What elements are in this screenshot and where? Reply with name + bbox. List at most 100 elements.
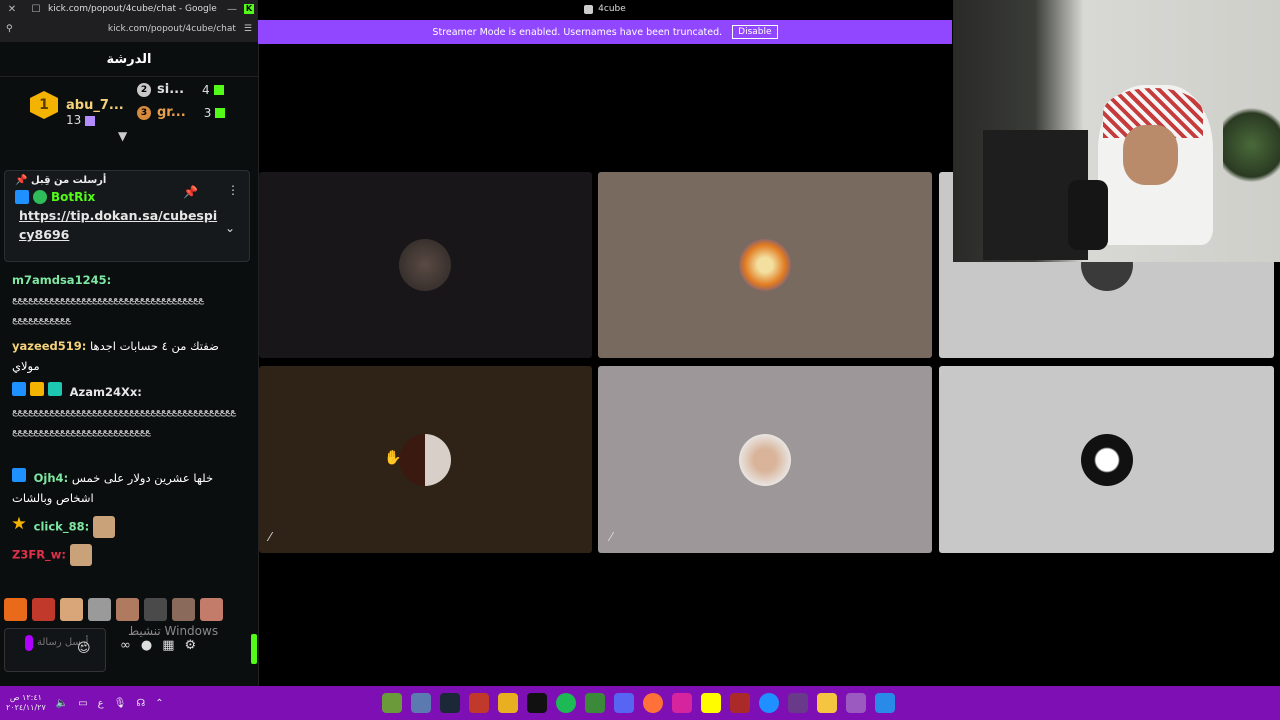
emote-button[interactable] xyxy=(200,598,223,621)
participant-tile[interactable] xyxy=(259,172,592,358)
popup-window-bar: ✕ ☐ kick.com/popout/4cube/chat - Google … xyxy=(0,0,258,43)
pinned-user[interactable]: BotRix xyxy=(5,190,249,204)
gift-icon xyxy=(85,115,96,126)
site-settings-icon[interactable]: ☰ xyxy=(244,24,252,34)
gift-leaderboard: 1 abu_7... 13 2 si... 4 3 gr... 3 ▼ xyxy=(0,77,258,143)
message-username[interactable]: yazeed519: xyxy=(12,339,86,353)
steam-icon[interactable] xyxy=(440,693,460,713)
settings-app-icon[interactable] xyxy=(411,693,431,713)
headset-icon[interactable]: ☊ xyxy=(136,698,145,709)
chevron-down-icon[interactable]: ⌄ xyxy=(225,221,235,235)
app-grid-icon[interactable] xyxy=(788,693,808,713)
message-text: ﻊﻊﻊﻊﻊﻊﻊﻊﻊﻊﻊﻊﻊﻊﻊﻊﻊﻊﻊﻊﻊﻊﻊﻊﻊﻊﻊﻊﻊﻊﻊﻊﻊﻊﻊﻊ xyxy=(12,294,204,305)
emote-button[interactable] xyxy=(60,598,83,621)
emoji-icon[interactable]: ☺ xyxy=(77,641,91,656)
obs-icon[interactable] xyxy=(469,693,489,713)
chat-toolbar: ∞ ● ▦ ⚙ xyxy=(120,638,196,653)
mic-tray-icon[interactable]: 🎙 xyxy=(114,698,127,709)
infinity-icon[interactable]: ∞ xyxy=(120,638,131,653)
points-icon[interactable]: ● xyxy=(141,638,152,653)
emote-button[interactable] xyxy=(88,598,111,621)
emote-button[interactable] xyxy=(4,598,27,621)
leaderboard-count: 13 xyxy=(66,113,96,127)
participant-tile[interactable]: ⁄ xyxy=(259,366,592,553)
mail-icon[interactable] xyxy=(730,693,750,713)
message-text: ﻊﻊﻊﻊﻊﻊﻊﻊﻊﻊﻊﻊﻊﻊﻊﻊﻊﻊﻊﻊﻊﻊﻊﻊﻊﻊﻊﻊﻊﻊﻊﻊﻊﻊﻊﻊﻊﻊﻊﻊ… xyxy=(12,406,236,437)
collapse-leaderboard-icon[interactable]: ▼ xyxy=(118,129,127,143)
leaderboard-name: gr... xyxy=(157,105,186,120)
microphone-shape xyxy=(1068,180,1108,250)
task-view-icon[interactable] xyxy=(846,693,866,713)
discord-icon[interactable] xyxy=(614,693,634,713)
muted-mic-icon: ⁄ xyxy=(610,530,613,544)
clock-time: ١٢:٤١ ص xyxy=(9,693,42,702)
chat-input[interactable]: أرسل رسالة ☺ xyxy=(4,628,106,672)
emote-image xyxy=(92,516,115,538)
taskbar-apps xyxy=(382,693,895,713)
chat-message: m7amdsa1245: ﻊﻊﻊﻊﻊﻊﻊﻊﻊﻊﻊﻊﻊﻊﻊﻊﻊﻊﻊﻊﻊﻊﻊﻊﻊﻊﻊ… xyxy=(0,270,252,330)
minimize-icon[interactable]: — xyxy=(220,4,244,15)
chat-messages: m7amdsa1245: ﻊﻊﻊﻊﻊﻊﻊﻊﻊﻊﻊﻊﻊﻊﻊﻊﻊﻊﻊﻊﻊﻊﻊﻊﻊﻊﻊ… xyxy=(0,270,252,566)
close-icon[interactable]: ✕ xyxy=(0,4,24,15)
instagram-icon[interactable] xyxy=(672,693,692,713)
minecraft-icon[interactable] xyxy=(382,693,402,713)
pinned-message: 📌 أرسلت من قِبل BotRix https://tip.dokan… xyxy=(4,170,250,262)
pinned-label: 📌 أرسلت من قِبل xyxy=(15,175,107,186)
volume-icon[interactable]: 🔈 xyxy=(56,698,68,709)
kick-logo-icon: K xyxy=(244,4,254,14)
rank-3-medal-icon: 3 xyxy=(137,105,151,120)
crown-badge-icon xyxy=(30,382,44,396)
banner-text: Streamer Mode is enabled. Usernames have… xyxy=(432,26,723,38)
chat-message: Azam24Xx: ﻊﻊﻊﻊﻊﻊﻊﻊﻊﻊﻊﻊﻊﻊﻊﻊﻊﻊﻊﻊﻊﻊﻊﻊﻊﻊﻊﻊﻊﻊ… xyxy=(0,382,252,462)
message-username[interactable]: Z3FR_w: xyxy=(12,548,66,562)
edge-icon[interactable] xyxy=(759,693,779,713)
language-indicator[interactable]: ع xyxy=(98,698,104,709)
network-icon[interactable]: ▭ xyxy=(78,698,87,709)
spotify-icon[interactable] xyxy=(556,693,576,713)
bot-badge-icon xyxy=(12,468,26,482)
message-username[interactable]: m7amdsa1245: xyxy=(12,273,111,287)
gear-icon[interactable]: ⚙ xyxy=(184,638,196,653)
participant-avatar xyxy=(739,239,791,291)
emote-button[interactable] xyxy=(32,598,55,621)
game-launcher-icon[interactable] xyxy=(585,693,605,713)
leaderboard-first[interactable]: 1 abu_7... 13 xyxy=(30,91,124,127)
sub-badge-icon xyxy=(48,382,62,396)
file-explorer-icon[interactable] xyxy=(817,693,837,713)
face-shape xyxy=(1123,125,1178,185)
chevron-up-icon[interactable]: ⌃ xyxy=(155,698,163,709)
snapchat-icon[interactable] xyxy=(701,693,721,713)
message-text-continued: ﻊﻊﻊﻊﻊﻊﻊﻊﻊﻊﻊ xyxy=(12,314,71,325)
participant-tile[interactable] xyxy=(598,172,932,358)
clock-date: ٢٠٢٤/١١/٢٧ xyxy=(6,703,46,712)
leaderboard-third[interactable]: 3 gr... 3 xyxy=(137,105,226,120)
zoom-icon[interactable]: ⚲ xyxy=(6,24,13,34)
send-button[interactable] xyxy=(251,634,257,664)
emote-button[interactable] xyxy=(172,598,195,621)
emote-button[interactable] xyxy=(144,598,167,621)
participant-avatar xyxy=(739,434,791,486)
mic-icon[interactable] xyxy=(25,635,33,651)
windows-start-icon[interactable] xyxy=(875,693,895,713)
emote-button[interactable] xyxy=(116,598,139,621)
firefox-icon[interactable] xyxy=(643,693,663,713)
participant-tile[interactable]: ⁄ xyxy=(598,366,932,553)
maximize-icon[interactable]: ☐ xyxy=(24,4,48,15)
popup-title-row: ✕ ☐ kick.com/popout/4cube/chat - Google … xyxy=(0,0,258,18)
participant-tile[interactable] xyxy=(939,366,1274,553)
streamer-mode-banner: Streamer Mode is enabled. Usernames have… xyxy=(258,20,952,44)
more-options-icon[interactable]: ⋮ xyxy=(227,183,239,197)
message-username[interactable]: Ojh4: xyxy=(34,471,69,485)
chrome-icon[interactable] xyxy=(498,693,518,713)
clock[interactable]: ١٢:٤١ ص ٢٠٢٤/١١/٢٧ xyxy=(6,693,46,713)
pin-icon[interactable]: 📌 xyxy=(183,185,198,199)
message-username[interactable]: Azam24Xx: xyxy=(70,385,142,399)
disable-button[interactable]: Disable xyxy=(732,25,778,39)
leaderboard-second[interactable]: 2 si... 4 xyxy=(137,82,224,97)
message-username[interactable]: click_88: xyxy=(34,520,90,534)
mouse-cursor-icon: ✋ xyxy=(384,450,402,466)
capcut-icon[interactable] xyxy=(527,693,547,713)
store-icon[interactable]: ▦ xyxy=(162,638,174,653)
pinned-link[interactable]: https://tip.dokan.sa/cubespicy8696 xyxy=(5,204,233,246)
participant-avatar xyxy=(1081,434,1133,486)
